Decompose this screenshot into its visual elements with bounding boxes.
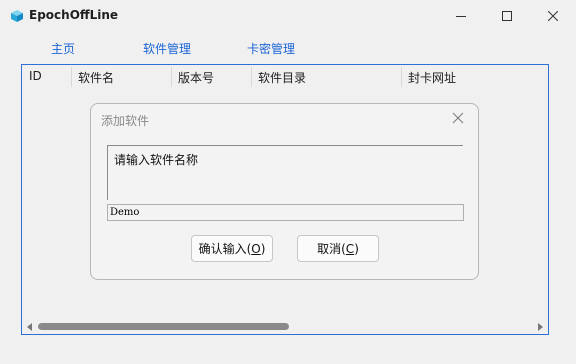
title-bar[interactable]: EpochOffLine	[0, 0, 576, 32]
scroll-right-icon[interactable]	[538, 323, 543, 331]
tab-bar: 主页 软件管理 卡密管理	[0, 37, 576, 59]
column-separator[interactable]	[401, 67, 402, 87]
scroll-left-icon[interactable]	[27, 323, 32, 331]
minimize-button[interactable]	[438, 0, 484, 32]
column-header-id[interactable]: ID	[29, 69, 42, 83]
cancel-button-key: C	[345, 241, 355, 256]
prompt-box: 请输入软件名称	[107, 145, 463, 200]
tab-home[interactable]: 主页	[51, 40, 75, 57]
cancel-button-end: )	[354, 241, 359, 256]
cube-icon	[10, 9, 24, 23]
close-icon[interactable]	[452, 112, 464, 127]
column-header-version[interactable]: 版本号	[178, 69, 214, 86]
confirm-button[interactable]: 确认输入(O)	[191, 235, 273, 262]
window-title: EpochOffLine	[29, 8, 119, 22]
scrollbar-thumb[interactable]	[38, 323, 289, 330]
horizontal-scrollbar[interactable]	[22, 320, 548, 334]
prompt-text: 请输入软件名称	[114, 153, 199, 167]
main-window: EpochOffLine 主页 软件管理 卡密管理 ID 软件名 版本号 软件目…	[0, 0, 576, 364]
tab-cards[interactable]: 卡密管理	[247, 40, 295, 57]
minimize-icon	[456, 11, 466, 21]
column-header-name[interactable]: 软件名	[78, 69, 114, 86]
column-header-url[interactable]: 封卡网址	[408, 69, 456, 86]
column-separator[interactable]	[251, 67, 252, 87]
table-header: ID 软件名 版本号 软件目录 封卡网址	[22, 65, 548, 87]
close-button[interactable]	[530, 0, 576, 32]
tab-software[interactable]: 软件管理	[143, 40, 191, 57]
cancel-button[interactable]: 取消(C)	[297, 235, 379, 262]
close-icon	[548, 11, 558, 21]
column-separator[interactable]	[71, 67, 72, 87]
column-separator[interactable]	[171, 67, 172, 87]
confirm-button-end: )	[260, 241, 266, 256]
column-header-directory[interactable]: 软件目录	[258, 69, 306, 86]
confirm-button-key: O	[251, 241, 261, 256]
add-software-dialog: 添加软件 请输入软件名称 Demo 确认输入(O) 取消(C)	[90, 103, 479, 280]
dialog-title: 添加软件	[101, 114, 150, 128]
maximize-icon	[502, 11, 512, 21]
confirm-button-label: 确认输入(	[198, 242, 252, 256]
cancel-button-label: 取消(	[317, 242, 346, 256]
maximize-button[interactable]	[484, 0, 530, 32]
software-name-input[interactable]: Demo	[107, 204, 464, 221]
